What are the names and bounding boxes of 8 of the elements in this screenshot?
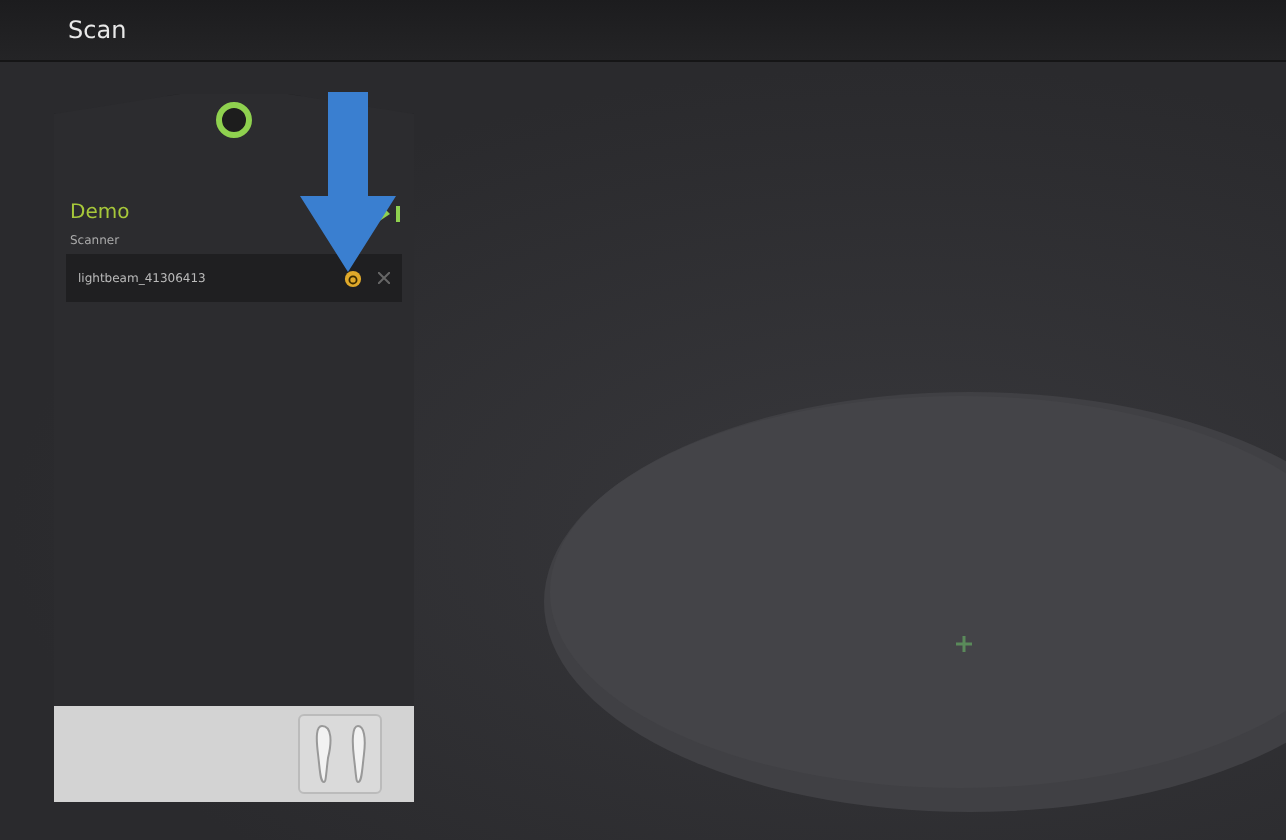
- feet-icon: [310, 722, 370, 786]
- power-icon[interactable]: [344, 269, 362, 287]
- feet-button[interactable]: [298, 714, 382, 794]
- close-icon[interactable]: [378, 272, 390, 284]
- ring-icon: [216, 102, 252, 138]
- window-title: Scan: [68, 16, 127, 44]
- panel-title: Demo: [70, 202, 130, 224]
- down-arrow-icon: [300, 92, 396, 272]
